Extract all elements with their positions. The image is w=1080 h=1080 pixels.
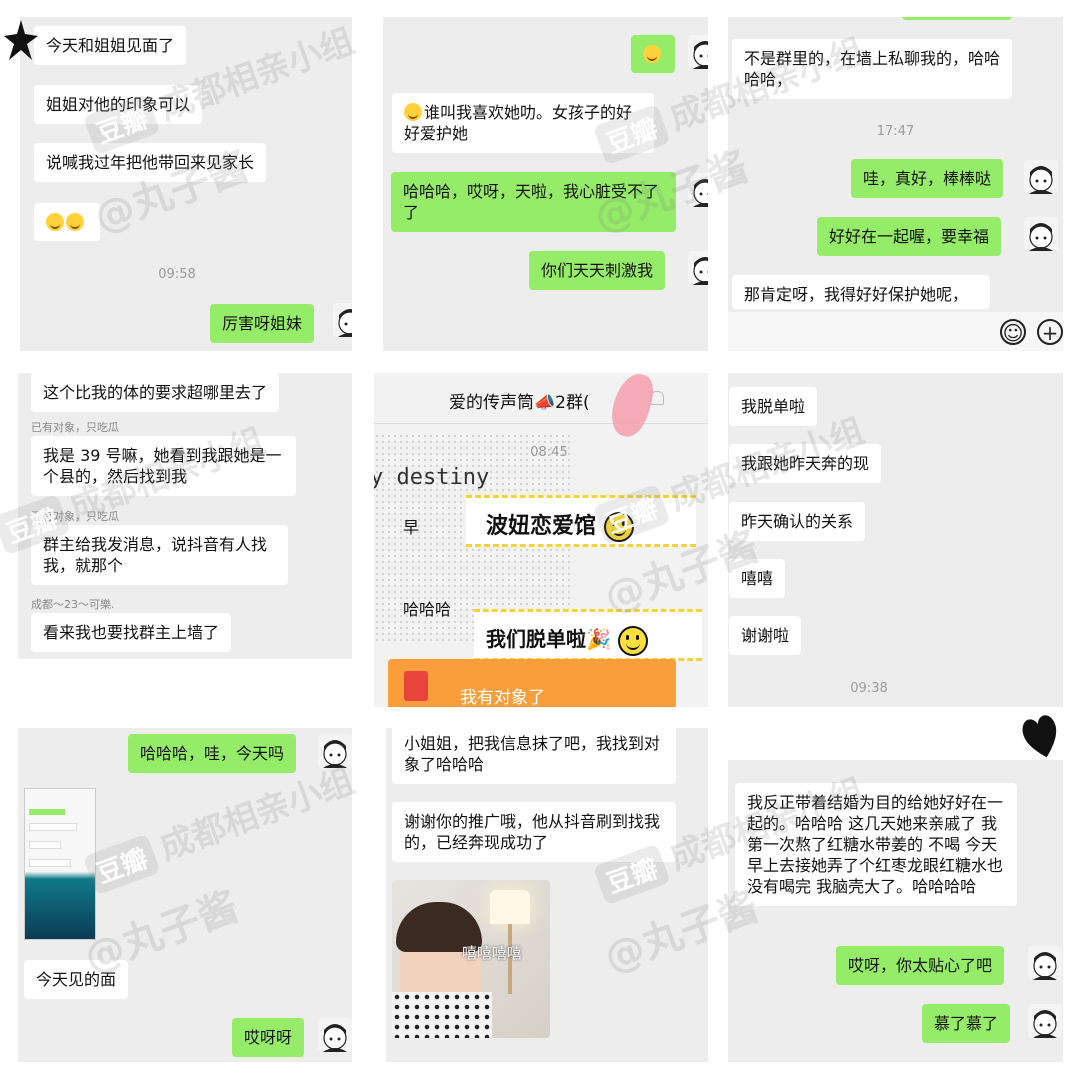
chat-bubble-left: 小姐姐，把我信息抹了吧，我找到对象了哈哈哈 xyxy=(392,728,676,784)
chat-bubble-left: 这个比我的体的要求超哪里去了 xyxy=(31,373,280,412)
avatar[interactable] xyxy=(688,251,708,285)
chat-panel-6: 我脱单啦 我跟她昨天奔的现 昨天确认的关系 嘻嘻 谢谢啦 09:38 xyxy=(728,373,1063,707)
star-doodle-icon xyxy=(4,20,38,60)
sticker-text: 波妞恋爱馆 xyxy=(486,514,597,539)
chat-panel-1: 今天和姐姐见面了 姐姐对他的印象可以 说喊我过年把他带回来见家长 09:58 厉… xyxy=(20,17,352,351)
chat-bubble-left: 今天和姐姐见面了 xyxy=(34,26,187,65)
red-packet-icon xyxy=(404,671,428,701)
smiley-icon xyxy=(603,512,634,542)
chat-bubble-left: 谁叫我喜欢她叻。女孩子的好好爱护她 xyxy=(392,93,654,153)
chat-bubble-left: 我脱单啦 xyxy=(729,387,818,426)
chat-bubble-left: 早 xyxy=(403,518,420,537)
chat-bubble-left: 群主给我发消息，说抖音有人找我，就那个 xyxy=(31,525,288,585)
chat-bubble-left: 昨天确认的关系 xyxy=(729,502,866,541)
thumb-bubble xyxy=(29,859,71,867)
screenshot-thumbnail[interactable] xyxy=(24,788,96,940)
chat-bubble-right: 哈哈哈，哇，今天吗 xyxy=(128,734,297,773)
chat-bubble-left: 我跟她昨天奔的现 xyxy=(729,444,882,483)
avatar[interactable] xyxy=(333,303,352,337)
smiley-icon xyxy=(617,625,648,656)
sender-name: 成都～23～可樂. xyxy=(31,598,115,611)
background-text: y destiny xyxy=(374,465,490,490)
chat-panel-8: 小姐姐，把我信息抹了吧，我找到对象了哈哈哈 谢谢你的推广哦，他从抖音刷到找我的，… xyxy=(386,728,708,1062)
avatar[interactable] xyxy=(1024,217,1058,251)
laughing-tears-emoji-icon xyxy=(66,213,84,231)
chat-bubble-left: 那肯定呀，我得好好保护她呢， xyxy=(732,275,990,309)
chat-bubble-left: 谢谢啦 xyxy=(729,616,802,655)
child-shirt xyxy=(392,992,492,1038)
chat-panel-9: 我反正带着结婚为目的给她好好在一起的。哈哈哈 这几天她来亲戚了 我第一次熬了红糖… xyxy=(728,760,1063,1062)
thumb-bubble xyxy=(29,841,61,849)
emoji-icon[interactable]: ☺ xyxy=(1000,319,1026,345)
chat-bubble-left: 我是 39 号嘛，她看到我跟她是一个县的，然后找到我 xyxy=(31,436,296,496)
laughing-tears-emoji-icon xyxy=(404,103,422,121)
chat-panel-3: 不是群里的，在墙上私聊我的，哈哈哈哈， 17:47 哇，真好，棒棒哒 好好在一起… xyxy=(728,17,1063,351)
chat-bubble-right: 哈哈哈，哎呀，天啦，我心脏受不了了 xyxy=(391,172,676,232)
sender-name: 已有对象，只吃瓜 xyxy=(31,510,119,523)
timestamp: 17:47 xyxy=(876,124,915,139)
avatar[interactable] xyxy=(1028,1004,1062,1038)
sticker-banner: 波妞恋爱馆 xyxy=(466,495,696,547)
timestamp: 09:58 xyxy=(158,267,196,282)
plus-icon[interactable]: + xyxy=(1037,319,1063,345)
sticker-caption: 嘻嘻嘻嘻 xyxy=(462,944,523,962)
avatar[interactable] xyxy=(318,734,352,768)
chat-bubble-left: 我反正带着结婚为目的给她好好在一起的。哈哈哈 这几天她来亲戚了 我第一次熬了红糖… xyxy=(735,783,1017,906)
chat-bubble-right-partial xyxy=(902,17,1012,20)
chat-bubble-left: 谢谢你的推广哦，他从抖音刷到找我的，已经奔现成功了 xyxy=(392,802,676,862)
avatar[interactable] xyxy=(1028,946,1062,980)
chat-panel-4: 这个比我的体的要求超哪里去了 已有对象，只吃瓜 我是 39 号嘛，她看到我跟她是… xyxy=(18,373,352,659)
chat-panel-2: 谁叫我喜欢她叻。女孩子的好好爱护她 哈哈哈，哎呀，天啦，我心脏受不了了 你们天天… xyxy=(383,17,708,351)
chat-bubble-right: 哇，真好，棒棒哒 xyxy=(851,159,1004,198)
avatar[interactable] xyxy=(688,173,708,207)
chat-bubble-left: 看来我也要找群主上墙了 xyxy=(31,613,232,652)
emoji-bubble xyxy=(631,35,675,73)
sender-name: 已有对象，只吃瓜 xyxy=(31,421,119,434)
crying-emoji-icon xyxy=(643,45,661,63)
chat-title: 爱的传声筒📣2群( xyxy=(449,393,590,413)
sticker-photo[interactable]: 嘻嘻嘻嘻 xyxy=(392,880,550,1038)
thumb-bubble xyxy=(29,823,77,831)
chat-bubble-right: 慕了慕了 xyxy=(922,1004,1011,1043)
red-packet-message[interactable]: 我有对象了 xyxy=(388,659,676,707)
avatar[interactable] xyxy=(318,1018,352,1052)
chat-bubble-right: 哎呀，你太贴心了吧 xyxy=(836,946,1005,985)
chat-bubble-left: 嘻嘻 xyxy=(729,559,786,598)
chat-bubble-left: 哈哈哈 xyxy=(403,600,452,619)
chat-bubble-left: 说喊我过年把他带回来见家长 xyxy=(34,143,267,182)
chat-bubble-left: 今天见的面 xyxy=(24,960,129,999)
laughing-tears-emoji-icon xyxy=(46,213,64,231)
chat-panel-7: 哈哈哈，哇，今天吗 今天见的面 哎呀呀 xyxy=(18,728,352,1062)
chat-bubble-right: 厉害呀姐妹 xyxy=(210,304,315,343)
timestamp: 09:38 xyxy=(850,681,888,696)
chat-panel-5: 爱的传声筒📣2群( 08:45 y destiny 早 波妞恋爱馆 哈哈哈 我们… xyxy=(374,373,708,707)
sticker-text: 我们脱单啦🎉 xyxy=(486,627,611,651)
sticker-banner: 我们脱单啦🎉 xyxy=(474,609,702,661)
lamp-shade xyxy=(490,890,530,924)
emoji-bubble xyxy=(34,203,100,241)
avatar[interactable] xyxy=(688,35,708,69)
chat-bubble-right: 哎呀呀 xyxy=(232,1018,305,1057)
avatar[interactable] xyxy=(1024,160,1058,194)
chat-bubble-right: 你们天天刺激我 xyxy=(529,251,666,290)
timestamp: 08:45 xyxy=(530,445,568,460)
red-packet-text: 我有对象了 xyxy=(460,688,545,707)
chat-bubble-right: 好好在一起喔，要幸福 xyxy=(817,217,1002,256)
heart-doodle-icon xyxy=(1022,715,1057,758)
chat-bubble-left: 姐姐对他的印象可以 xyxy=(34,85,203,124)
thumb-bubble xyxy=(29,809,65,815)
message-text: 谁叫我喜欢她叻。女孩子的好好爱护她 xyxy=(404,103,633,143)
chat-bubble-left: 不是群里的，在墙上私聊我的，哈哈哈哈， xyxy=(732,39,1012,99)
